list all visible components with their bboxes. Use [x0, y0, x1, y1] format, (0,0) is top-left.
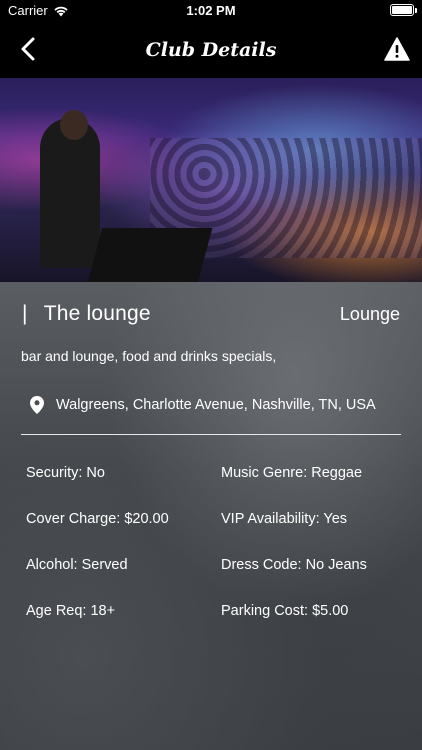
status-time: 1:02 PM — [186, 3, 236, 18]
location-pin-icon — [30, 396, 44, 414]
navigation-bar: Club Details — [0, 22, 422, 78]
dress-code-info: Dress Code: No Jeans — [221, 557, 367, 573]
club-description: bar and lounge, food and drinks specials… — [21, 348, 277, 364]
club-type: Lounge — [339, 304, 400, 324]
parking-cost-info: Parking Cost: $5.00 — [221, 603, 349, 619]
club-name-heading: | The lounge — [22, 302, 151, 326]
club-name-bar: | — [22, 302, 28, 325]
alcohol-info: Alcohol: Served — [26, 557, 128, 573]
dj-deck — [87, 228, 213, 282]
dj-figure — [40, 118, 100, 268]
age-req-info: Age Req: 18+ — [26, 603, 116, 619]
dj-head — [60, 110, 88, 140]
cover-charge-info: Cover Charge: $20.00 — [26, 511, 169, 527]
status-bar: Carrier 1:02 PM — [0, 0, 422, 22]
vip-availability-info: VIP Availability: Yes — [221, 511, 348, 527]
club-photo — [0, 78, 422, 282]
music-genre-info: Music Genre: Reggae — [221, 465, 363, 481]
club-name: The lounge — [43, 302, 151, 325]
security-info: Security: No — [26, 465, 105, 481]
page-title: Club Details — [145, 39, 277, 61]
club-details-panel: | The lounge Lounge bar and lounge, food… — [0, 282, 422, 750]
divider — [21, 434, 401, 435]
warning-icon[interactable] — [384, 36, 410, 62]
battery-fill — [392, 6, 412, 14]
club-location[interactable]: Walgreens, Charlotte Avenue, Nashville, … — [30, 396, 376, 414]
club-address: Walgreens, Charlotte Avenue, Nashville, … — [56, 397, 376, 413]
battery-icon — [390, 4, 417, 16]
